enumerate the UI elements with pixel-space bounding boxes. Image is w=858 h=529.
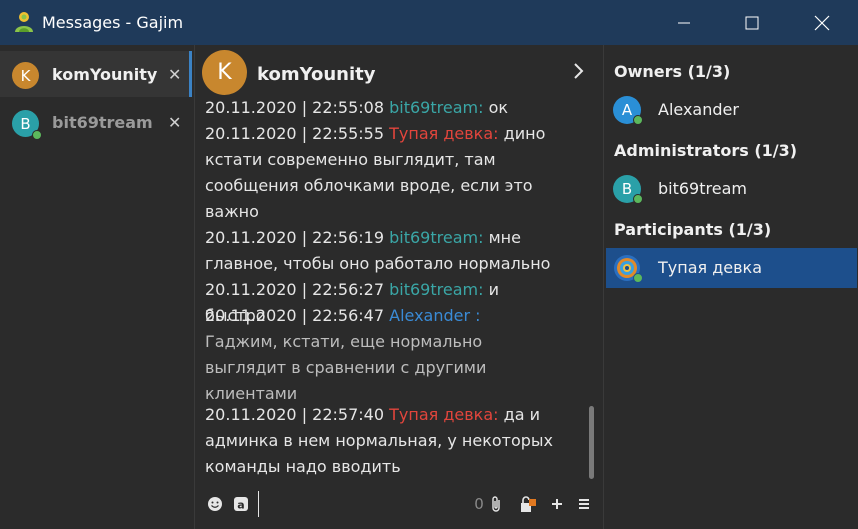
chat-header: K komYounity [196,45,603,101]
emoji-button[interactable] [206,493,224,515]
group-title-administrators: Administrators (1/3) [614,141,798,160]
chevron-right-icon[interactable] [571,61,587,81]
member-name: Тупая девка [658,258,763,277]
message-timestamp: 20.11.2020 | 22:56:47 [205,306,385,325]
message-nick: Тупая девка: [389,405,499,424]
group-title-owners: Owners (1/3) [614,62,731,81]
message-nick: Тупая девка: [389,124,499,143]
participants-panel: Owners (1/3) A Alexander Administrators … [603,45,858,529]
message-nick: bit69tream: [389,228,484,247]
minimize-icon [678,22,690,23]
message-timestamp: 20.11.2020 | 22:57:40 [205,405,385,424]
message-text: ок [488,101,509,117]
member-item-tupaya-devka[interactable]: Тупая девка [606,248,857,288]
message-input-bar: a 0 [196,479,603,529]
emoji-icon [208,497,222,511]
maximize-icon [745,16,759,29]
lock-icon [521,496,536,512]
minimize-button[interactable] [661,0,707,45]
paperclip-icon [492,496,500,512]
character-counter: 0 [474,495,484,513]
chat-avatar: K [202,50,247,95]
close-window-button[interactable] [799,0,845,45]
tab-bit69tream[interactable]: B bit69tream ✕ [0,99,192,145]
message-timestamp: 20.11.2020 | 22:56:19 [205,228,385,247]
title-bar: Messages - Gajim [0,0,858,45]
close-tab-icon[interactable]: ✕ [168,65,181,84]
message-timestamp: 20.11.2020 | 22:55:08 [205,101,385,117]
member-item-alexander[interactable]: A Alexander [606,90,857,130]
message-nick: bit69tream: [389,101,484,117]
menu-button[interactable] [576,493,592,515]
close-icon [814,15,830,30]
hamburger-menu-icon [579,499,589,509]
online-status-icon [32,130,42,140]
message: 20.11.2020 | 22:55:55 Тупая девка: дино … [205,121,555,225]
message: 20.11.2020 | 22:57:40 Тупая девка: да и … [205,402,555,479]
chat-title: komYounity [257,64,376,85]
message-timestamp: 20.11.2020 | 22:56:27 [205,280,385,299]
tab-komyounity[interactable]: K komYounity ✕ [0,51,192,97]
online-status-icon [633,273,643,283]
member-name: Alexander [658,100,739,119]
message-nick: Alexander : [389,306,481,325]
gajim-logo-icon [15,12,33,32]
message-text: Гаджим, кстати, еще нормально выглядит в… [205,332,487,403]
online-status-icon [633,194,643,204]
message-timestamp: 20.11.2020 | 22:55:55 [205,124,385,143]
avatar: K [12,62,39,89]
message: 20.11.2020 | 22:55:08 bit69tream: ок [205,101,555,121]
format-button[interactable]: a [232,493,250,515]
tab-label: komYounity [52,65,158,84]
chat-tabs-panel: K komYounity ✕ B bit69tream ✕ [0,45,195,529]
add-button[interactable] [549,493,565,515]
scrollbar-thumb[interactable] [589,406,594,479]
message-nick: bit69tream: [389,280,484,299]
attach-button[interactable] [488,493,504,515]
message: 20.11.2020 | 22:56:47 Alexander : Гаджим… [205,303,555,407]
plus-icon [552,499,562,509]
message-history: 20.11.2020 | 22:55:08 bit69tream: ок 20.… [196,101,594,479]
tab-label: bit69tream [52,113,153,132]
member-name: bit69tream [658,179,747,198]
maximize-button[interactable] [729,0,775,45]
message: 20.11.2020 | 22:56:19 bit69tream: мне гл… [205,225,555,277]
window-title: Messages - Gajim [42,13,184,32]
online-status-icon [633,115,643,125]
close-tab-icon[interactable]: ✕ [168,113,181,132]
encryption-button[interactable] [518,493,538,515]
svg-text:a: a [237,499,244,512]
member-item-bit69tream[interactable]: B bit69tream [606,169,857,209]
text-format-icon: a [234,497,248,512]
message-input[interactable] [258,491,259,517]
group-title-participants: Participants (1/3) [614,220,772,239]
